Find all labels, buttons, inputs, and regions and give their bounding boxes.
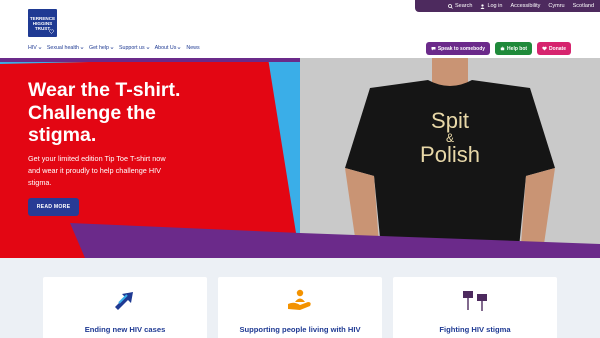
site-logo[interactable]: TERRENCE HIGGINS TRUST <box>28 9 57 37</box>
hero-title-line-3: stigma. <box>28 124 97 146</box>
heart-icon <box>49 29 54 34</box>
nav-label: About Us <box>154 45 177 51</box>
protest-signs-icon <box>463 291 487 311</box>
nav-label: News <box>186 45 200 51</box>
header-actions: Speak to somebody Help bot Donate <box>425 42 571 55</box>
donate-button[interactable]: Donate <box>537 42 571 55</box>
help-bot-label: Help bot <box>507 45 528 52</box>
hero-description: Get your limited edition Tip Toe T-shirt… <box>28 153 238 189</box>
nav-label: Get help <box>88 45 109 51</box>
hero-title-line-2: Challenge the <box>28 101 156 124</box>
read-more-button[interactable]: READ MORE <box>28 198 79 216</box>
hero-text-line-3: stigma. <box>28 178 52 187</box>
main-nav: HIV Sexual health Get help Support us Ab… <box>28 45 200 51</box>
hero-text-line-2: and wear it proudly to help challenge HI… <box>28 166 162 175</box>
hero-text-line-1: Get your limited edition Tip Toe T-shirt… <box>28 154 166 163</box>
card-ending-hiv[interactable]: Ending new HIV cases <box>43 277 207 338</box>
card-title: Supporting people living with HIV <box>239 325 361 334</box>
heart-icon <box>542 46 547 51</box>
nav-item-news[interactable]: News <box>186 45 199 51</box>
search-icon <box>448 3 453 9</box>
login-label: Log in <box>487 3 503 9</box>
cymru-label: Cymru <box>548 3 565 9</box>
chevron-down-icon <box>80 47 84 50</box>
logo-line-3: TRUST <box>34 25 51 31</box>
card-supporting-people[interactable]: Supporting people living with HIV <box>218 277 382 338</box>
login-link[interactable]: Log in <box>480 3 502 9</box>
nav-label: Sexual health <box>46 45 79 51</box>
card-title: Fighting HIV stigma <box>439 325 511 334</box>
nav-item-support-us[interactable]: Support us <box>119 45 150 51</box>
nav-item-about-us[interactable]: About Us <box>155 45 182 51</box>
arrows-up-right-icon <box>115 292 133 310</box>
chevron-down-icon <box>110 47 114 50</box>
nav-item-hiv[interactable]: HIV <box>28 45 42 51</box>
nav-label: Support us <box>118 45 145 51</box>
bot-icon <box>500 46 505 51</box>
accessibility-label: Accessibility <box>510 3 541 9</box>
scotland-label: Scotland <box>572 3 594 9</box>
nav-label: HIV <box>28 45 37 51</box>
cymru-link[interactable]: Cymru <box>548 3 564 9</box>
accessibility-link[interactable]: Accessibility <box>510 3 540 9</box>
chevron-down-icon <box>177 47 181 50</box>
scotland-link[interactable]: Scotland <box>573 3 594 9</box>
chevron-down-icon <box>146 47 150 50</box>
hero-title: Wear the T-shirt. Challenge the stigma. <box>28 79 258 147</box>
search-link[interactable]: Search <box>448 3 472 9</box>
help-bot-button[interactable]: Help bot <box>495 42 533 55</box>
speak-label: Speak to somebody <box>437 45 486 52</box>
nav-item-get-help[interactable]: Get help <box>89 45 114 51</box>
speak-to-somebody-button[interactable]: Speak to somebody <box>425 42 491 55</box>
user-icon <box>480 3 485 9</box>
utility-bar: Search Log in Accessibility Cymru Scotla… <box>415 0 600 12</box>
donate-label: Donate <box>549 45 566 52</box>
nav-item-sexual-health[interactable]: Sexual health <box>47 45 84 51</box>
chat-icon <box>431 47 436 51</box>
hand-person-icon <box>288 289 311 310</box>
chevron-down-icon <box>38 47 42 50</box>
card-title: Ending new HIV cases <box>84 325 166 334</box>
card-fighting-stigma[interactable]: Fighting HIV stigma <box>393 277 557 338</box>
hero-title-line-1: Wear the T-shirt. <box>28 79 181 101</box>
search-label: Search <box>455 3 473 9</box>
